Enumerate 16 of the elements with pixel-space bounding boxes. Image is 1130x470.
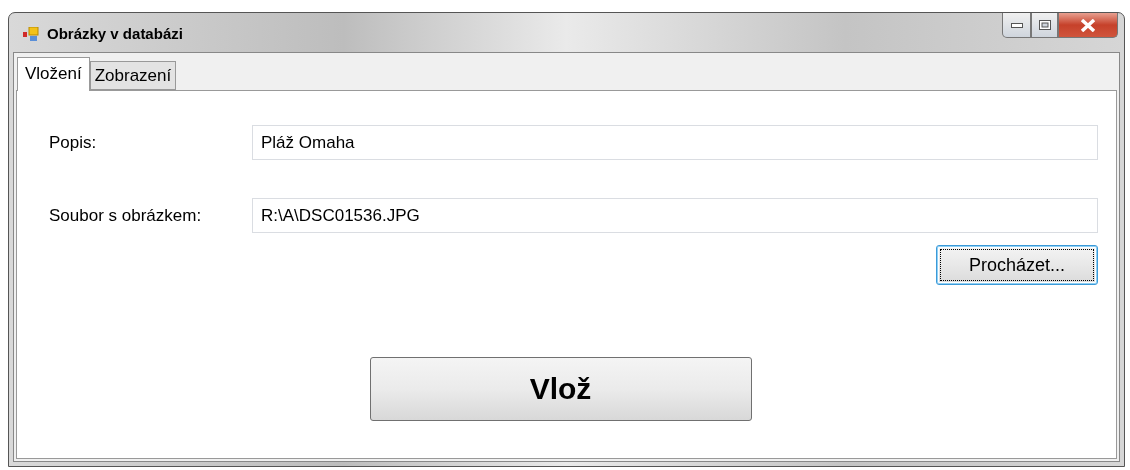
field-label: Soubor s obrázkem: xyxy=(49,205,203,226)
tab[interactable]: Vložení xyxy=(17,57,90,91)
browse-button[interactable]: Procházet... xyxy=(936,245,1098,285)
insert-button[interactable]: Vlož xyxy=(369,357,752,421)
maximize-icon xyxy=(1038,20,1051,30)
close-button[interactable] xyxy=(1058,13,1118,38)
close-icon xyxy=(1080,18,1096,32)
minimize-icon xyxy=(1010,22,1023,28)
minimize-button[interactable] xyxy=(1002,13,1031,38)
text-field[interactable]: Pláž Omaha xyxy=(252,125,1098,160)
text-field[interactable]: R:\A\DSC01536.JPG xyxy=(252,198,1098,233)
field-label: Popis: xyxy=(49,132,98,153)
window-title: Obrázky v databázi xyxy=(47,25,183,42)
maximize-button[interactable] xyxy=(1031,13,1058,38)
app-icon xyxy=(23,26,39,41)
tab[interactable]: Zobrazení xyxy=(89,61,177,90)
